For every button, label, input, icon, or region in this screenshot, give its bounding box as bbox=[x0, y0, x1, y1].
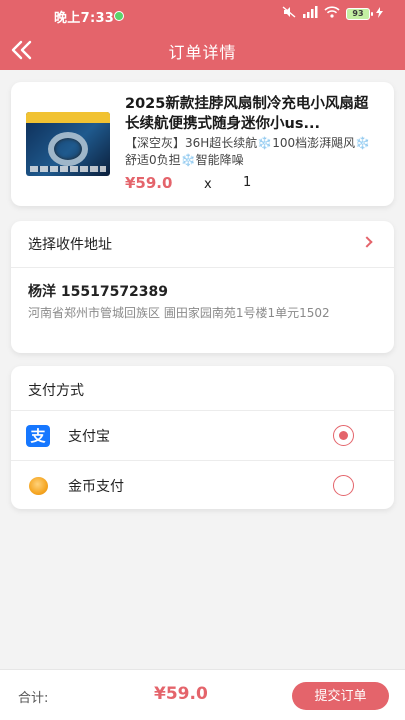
payment-title: 支付方式 bbox=[28, 383, 84, 399]
select-address-label: 选择收件地址 bbox=[28, 237, 112, 253]
page-title: 订单详情 bbox=[168, 43, 237, 62]
bottom-bar: 合计: ¥59.0 提交订单 bbox=[0, 669, 405, 720]
quantity-multiplier: x bbox=[204, 177, 212, 192]
title-bar: 订单详情 bbox=[0, 28, 405, 70]
product-image bbox=[26, 112, 110, 176]
product-quantity: 1 bbox=[243, 175, 252, 190]
address-card: 选择收件地址 杨洋 15517572389 河南省郑州市管城回族区 圃田家园南苑… bbox=[11, 221, 394, 353]
submit-order-button[interactable]: 提交订单 bbox=[292, 682, 389, 710]
chevron-right-icon bbox=[361, 236, 373, 248]
payment-option-label: 金币支付 bbox=[68, 479, 124, 495]
total-label: 合计: bbox=[18, 691, 49, 706]
product-title: 2025新款挂脖风扇制冷充电小风扇超长续航便携式随身迷你小us... bbox=[125, 96, 369, 132]
product-image-fan bbox=[48, 132, 88, 166]
status-bar: 晚上7:33 93 bbox=[0, 0, 405, 28]
receiver-name-phone: 杨洋 15517572389 bbox=[28, 284, 169, 300]
charging-icon bbox=[376, 6, 383, 21]
payment-option-label: 支付宝 bbox=[68, 429, 110, 445]
divider bbox=[11, 267, 394, 268]
product-spec: 【深空灰】36H超长续航❄️100档澎湃飓风❄️舒适0负担❄️智能降噪 bbox=[125, 136, 371, 167]
total-value: ¥59.0 bbox=[154, 684, 208, 704]
signal-icon bbox=[302, 6, 318, 21]
select-address-row[interactable]: 选择收件地址 bbox=[11, 221, 394, 267]
wifi-icon bbox=[324, 6, 340, 21]
product-price: ¥59.0 bbox=[125, 174, 173, 192]
product-image-strip bbox=[30, 166, 106, 172]
product-image-banner bbox=[26, 112, 110, 123]
radio-unselected[interactable] bbox=[333, 475, 354, 496]
payment-card: 支付方式 支 支付宝 金币支付 bbox=[11, 366, 394, 509]
radio-selected[interactable] bbox=[333, 425, 354, 446]
receiver-address: 河南省郑州市管城回族区 圃田家园南苑1号楼1单元1502 bbox=[28, 306, 330, 320]
battery-icon: 93 bbox=[346, 7, 373, 20]
payment-option-coin[interactable]: 金币支付 bbox=[11, 461, 394, 510]
status-icons: 93 bbox=[282, 6, 383, 21]
payment-option-alipay[interactable]: 支 支付宝 bbox=[11, 411, 394, 460]
app-notification-icon bbox=[114, 11, 124, 21]
product-card[interactable]: 2025新款挂脖风扇制冷充电小风扇超长续航便携式随身迷你小us... 【深空灰】… bbox=[11, 82, 394, 206]
mute-icon bbox=[282, 6, 296, 21]
coin-icon bbox=[29, 477, 48, 495]
status-time: 晚上7:33 bbox=[54, 11, 115, 26]
alipay-icon: 支 bbox=[26, 425, 50, 447]
